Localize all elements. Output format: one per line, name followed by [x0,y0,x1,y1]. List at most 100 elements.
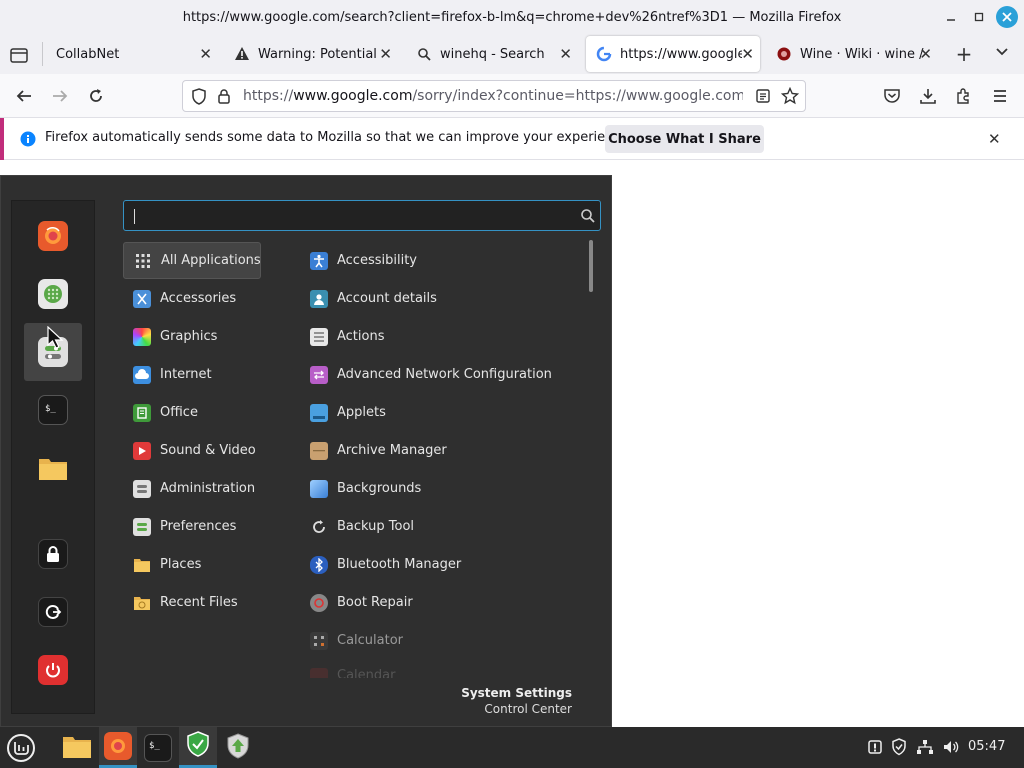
reload-button[interactable] [84,84,108,108]
notification-text: Firefox automatically sends some data to… [45,130,633,145]
category-places[interactable]: Places [123,546,261,583]
bookmark-star-icon[interactable] [780,86,800,109]
tab-winehq-search[interactable]: winehq - Search ✕ [406,36,578,72]
app-backup-tool[interactable]: Backup Tool [301,508,581,545]
favorite-logout[interactable] [24,583,82,641]
new-tab-button[interactable]: + [952,42,976,66]
app-label: Accessibility [337,253,417,268]
app-advanced-network-configuration[interactable]: Advanced Network Configuration [301,356,581,393]
category-preferences[interactable]: Preferences [123,508,261,545]
tab-overview-button[interactable] [8,44,30,66]
applets-icon [310,403,328,422]
app-account-details[interactable]: Account details [301,280,581,317]
close-icon[interactable]: ✕ [919,45,932,63]
svg-text:$_: $_ [45,404,56,414]
category-graphics[interactable]: Graphics [123,318,261,355]
forward-button[interactable] [48,84,72,108]
search-icon [580,208,596,224]
favorite-software-manager[interactable] [24,265,82,323]
notification-bar: Firefox automatically sends some data to… [0,118,1024,160]
app-label: Backgrounds [337,481,422,496]
taskbar-files[interactable] [58,727,96,768]
close-icon[interactable]: ✕ [988,130,1001,148]
network-icon[interactable] [916,738,934,756]
tab-google[interactable]: https://www.google ✕ [586,36,760,72]
notifications-icon[interactable] [866,738,884,756]
app-actions[interactable]: Actions [301,318,581,355]
url-text[interactable]: https://www.google.com/sorry/index?conti… [243,88,743,104]
app-label: Calculator [337,633,404,648]
favorites-panel: $_ [11,200,95,714]
url-path: /sorry/index?continue=https://www.google… [412,88,743,104]
taskbar-terminal[interactable]: $_ [139,727,177,768]
update-shield-icon[interactable] [890,738,908,756]
app-archive-manager[interactable]: Archive Manager [301,432,581,469]
category-accessories[interactable]: Accessories [123,280,261,317]
reader-view-icon[interactable] [755,88,771,108]
category-office[interactable]: Office [123,394,261,431]
lock-icon[interactable] [217,88,231,109]
app-accessibility[interactable]: Accessibility [301,242,581,279]
favorite-terminal[interactable]: $_ [24,381,82,439]
info-icon [20,131,36,151]
lock-icon [38,539,68,569]
close-window-button[interactable] [996,6,1018,28]
maximize-button[interactable] [968,6,990,28]
close-icon[interactable]: ✕ [559,45,572,63]
favorite-shutdown[interactable] [24,641,82,699]
tab-label: https://www.google [620,46,742,62]
tab-bar: CollabNet ✕ Warning: Potential S ✕ wineh… [0,34,1024,74]
category-label: Preferences [160,519,237,534]
minimize-button[interactable] [940,6,962,28]
downloads-icon[interactable] [916,84,940,108]
app-calendar[interactable]: Calendar [301,660,581,678]
bluetooth-icon [310,555,328,574]
extensions-icon[interactable] [952,84,976,108]
tab-wine-wiki[interactable]: Wine · Wiki · wine / w ✕ [766,36,938,72]
notification-accent [0,118,4,160]
taskbar-firefox[interactable] [99,727,137,768]
update-icon [225,732,251,764]
folder-icon [62,733,92,763]
app-backgrounds[interactable]: Backgrounds [301,470,581,507]
app-list-scrollbar[interactable] [589,240,593,292]
application-menu: $_ All Applications Accessories Graphics… [0,175,612,727]
close-icon[interactable]: ✕ [199,45,212,63]
back-button[interactable] [12,84,36,108]
app-bluetooth-manager[interactable]: Bluetooth Manager [301,546,581,583]
volume-icon[interactable] [942,738,960,756]
app-calculator[interactable]: Calculator [301,622,581,659]
favorite-firefox[interactable] [24,207,82,265]
search-input[interactable] [132,206,572,226]
category-internet[interactable]: Internet [123,356,261,393]
clock[interactable]: 05:47 [968,739,1005,754]
menu-search-box[interactable] [123,200,601,231]
category-label: Internet [160,367,212,382]
taskbar-update-manager[interactable] [179,727,217,768]
mint-menu-button[interactable] [4,731,38,765]
close-icon[interactable]: ✕ [379,45,392,63]
app-applets[interactable]: Applets [301,394,581,431]
choose-what-i-share-button[interactable]: Choose What I Share [605,125,764,153]
app-menu-icon[interactable] [988,84,1012,108]
favorite-files[interactable] [24,439,82,497]
taskbar-software-updates[interactable] [219,727,257,768]
category-all-applications[interactable]: All Applications [123,242,261,279]
close-icon[interactable]: ✕ [741,45,754,63]
app-label: Applets [337,405,386,420]
favorite-lock-screen[interactable] [24,525,82,583]
app-label: Archive Manager [337,443,447,458]
category-recent-files[interactable]: Recent Files [123,584,261,621]
tab-collabnet[interactable]: CollabNet ✕ [46,36,218,72]
taskbar: $_ 05:47 [0,727,1024,768]
url-bar[interactable]: https://www.google.com/sorry/index?conti… [182,80,806,112]
tracking-protection-shield-icon[interactable] [191,88,207,109]
pocket-icon[interactable] [880,84,904,108]
preferences-icon [133,517,151,536]
tab-warning[interactable]: Warning: Potential S ✕ [226,36,398,72]
category-administration[interactable]: Administration [123,470,261,507]
category-sound-video[interactable]: Sound & Video [123,432,261,469]
navigation-toolbar: https://www.google.com/sorry/index?conti… [0,74,1024,118]
list-all-tabs-button[interactable] [990,42,1014,66]
app-boot-repair[interactable]: Boot Repair [301,584,581,621]
